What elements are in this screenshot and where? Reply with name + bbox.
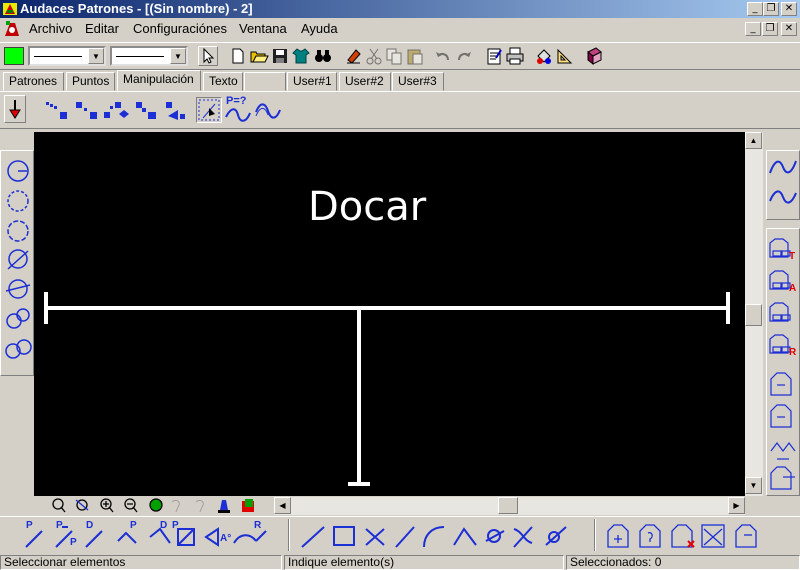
tab-blank[interactable]: [244, 72, 286, 91]
copy-icon[interactable]: [384, 46, 404, 66]
menu-ventana[interactable]: Ventana: [239, 21, 287, 36]
curve-icon: [769, 160, 797, 174]
vertical-scroll-thumb[interactable]: [745, 304, 762, 326]
tab-user3[interactable]: User#3: [392, 72, 444, 91]
point-label-3: P: [70, 537, 77, 548]
drawing-canvas[interactable]: Docar: [34, 132, 745, 496]
line-tool-icon: [301, 526, 325, 548]
save-icon[interactable]: [270, 46, 290, 66]
app-logo-icon: [2, 1, 18, 17]
rectangle-tool-icon: [333, 526, 355, 546]
right-shirt-toolbar: T A R: [766, 228, 800, 496]
bottom-toolbar: P P P P D P D A° R: [0, 516, 800, 554]
tab-manipulacion[interactable]: Manipulación: [117, 70, 201, 91]
shirt-icon[interactable]: [291, 46, 311, 66]
line-style-combo[interactable]: ▼: [28, 46, 106, 66]
menu-editar[interactable]: Editar: [85, 21, 119, 36]
point-manipulation-tools: [44, 98, 194, 124]
scroll-up-button[interactable]: ▲: [745, 132, 762, 149]
left-toolbar: [0, 150, 34, 376]
status-prompt: Indique elemento(s): [284, 555, 564, 570]
arrow-down-icon[interactable]: [4, 95, 26, 123]
help-book-icon[interactable]: [584, 46, 604, 66]
point-label-4: P: [130, 520, 137, 531]
menu-configuraciones[interactable]: Configuraciónes: [133, 21, 227, 36]
wave-icon[interactable]: [254, 100, 282, 122]
horizontal-scroll-thumb[interactable]: [498, 497, 518, 514]
point-label-7: D: [160, 520, 168, 531]
point-label-1: P: [26, 520, 33, 531]
doc-restore-button[interactable]: ❐: [762, 22, 778, 36]
letter-t-badge: T: [789, 251, 796, 262]
separator: [288, 519, 290, 551]
letter-a-badge: A: [789, 283, 797, 294]
cut-icon[interactable]: [364, 46, 384, 66]
diagonal-tool-icon: [395, 526, 415, 548]
fill-color-icon[interactable]: [534, 46, 554, 66]
horizontal-scrollbar[interactable]: ◀ ▶: [274, 497, 745, 515]
chevron-down-icon[interactable]: ▼: [88, 48, 104, 64]
doc-minimize-button[interactable]: _: [745, 22, 761, 36]
point-label-2: P: [56, 520, 63, 531]
ruler-triangle-icon[interactable]: [555, 46, 575, 66]
color-swatch: [5, 48, 23, 64]
zoom-all-icon: [149, 498, 163, 512]
separator: [594, 519, 596, 551]
tab-puntos[interactable]: Puntos: [66, 72, 115, 91]
menu-ayuda[interactable]: Ayuda: [301, 21, 338, 36]
status-selected-count: Seleccionados: 0: [566, 555, 800, 570]
point-label-6: P: [172, 520, 179, 531]
point-label-5: D: [86, 520, 94, 531]
scroll-right-button[interactable]: ▶: [728, 497, 745, 514]
paste-icon[interactable]: [405, 46, 425, 66]
right-curve-toolbar: [766, 150, 800, 220]
redo-icon[interactable]: [454, 46, 474, 66]
line-width-combo[interactable]: ▼: [110, 46, 188, 66]
doc-close-button[interactable]: ✕: [781, 22, 797, 36]
cross-tool-icon: [365, 528, 385, 546]
eraser-icon[interactable]: [344, 46, 364, 66]
select-region-icon[interactable]: [196, 97, 222, 123]
chevron-down-icon[interactable]: ▼: [170, 48, 186, 64]
tab-user1[interactable]: User#1: [287, 72, 337, 91]
vertical-scrollbar[interactable]: ▲ ▼: [745, 132, 763, 496]
tab-user2[interactable]: User#2: [339, 72, 391, 91]
formula-label: P=?: [226, 95, 247, 107]
zoom-toolbar: ◀ ▶: [34, 496, 763, 516]
angle-label: A°: [220, 533, 232, 544]
menu-bar: [0, 18, 800, 40]
smooth-curve-icon: [769, 190, 797, 204]
undo-icon[interactable]: [433, 46, 453, 66]
close-button[interactable]: ✕: [781, 2, 797, 16]
arc-tool-icon: [423, 526, 445, 548]
document-icon[interactable]: [3, 20, 21, 38]
angle-tool-icon: [453, 527, 477, 546]
letter-r-badge: R: [789, 347, 797, 358]
find-binoculars-icon[interactable]: [313, 46, 333, 66]
open-folder-icon[interactable]: [249, 46, 269, 66]
window-title: Audaces Patrones - [(Sin nombre) - 2]: [20, 1, 253, 16]
radius-label: R: [254, 520, 262, 531]
minimize-button[interactable]: _: [747, 2, 763, 16]
scroll-down-button[interactable]: ▼: [745, 477, 762, 494]
print-icon[interactable]: [505, 46, 525, 66]
new-file-icon[interactable]: [228, 46, 248, 66]
tab-texto[interactable]: Texto: [203, 72, 243, 91]
tab-patrones[interactable]: Patrones: [3, 72, 64, 91]
color-picker[interactable]: [4, 47, 24, 65]
properties-icon[interactable]: [484, 46, 504, 66]
maximize-button[interactable]: ❐: [763, 2, 779, 16]
status-action: Seleccionar elementos: [0, 555, 282, 570]
pointer-icon[interactable]: [198, 46, 218, 66]
menu-archivo[interactable]: Archivo: [29, 21, 72, 36]
formula-tool[interactable]: P=?: [224, 95, 252, 125]
scroll-left-button[interactable]: ◀: [274, 497, 291, 514]
